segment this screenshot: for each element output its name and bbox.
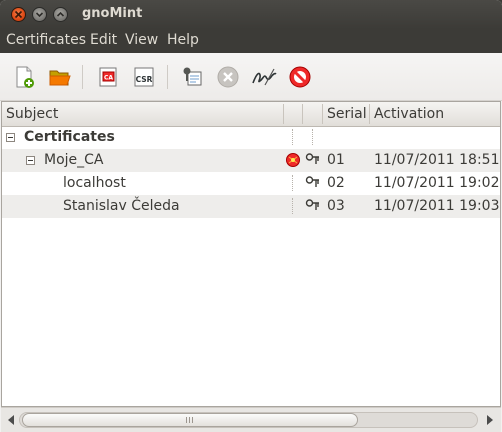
- close-icon: [14, 10, 23, 19]
- arrow-left-icon: [8, 415, 14, 425]
- menu-edit[interactable]: Edit: [90, 32, 117, 48]
- row-serial: 03: [327, 198, 345, 214]
- collapse-expander[interactable]: [26, 156, 35, 165]
- toolbar-separator: [82, 65, 83, 89]
- tree-row-localhost[interactable]: localhost 02 11/07/2011 19:02 G: [2, 172, 502, 195]
- properties-button[interactable]: [178, 63, 206, 91]
- new-ca-icon: CA: [99, 67, 117, 87]
- maximize-window-button[interactable]: [53, 7, 68, 22]
- new-ca-button[interactable]: CA: [94, 63, 122, 91]
- maximize-icon: [56, 11, 65, 17]
- horizontal-scrollbar[interactable]: [1, 407, 501, 432]
- menubar: Certificates Edit View Help: [0, 29, 502, 53]
- private-key-icon: [305, 152, 321, 169]
- sign-icon: [252, 68, 277, 86]
- row-serial: 02: [327, 175, 345, 191]
- row-subject: localhost: [63, 175, 126, 191]
- minimize-icon: [35, 12, 44, 18]
- row-activation: 11/07/2011 19:02 G: [374, 175, 502, 191]
- scroll-thumb[interactable]: [22, 413, 358, 427]
- new-csr-button[interactable]: CSR: [130, 63, 158, 91]
- revoke-icon: [289, 66, 311, 88]
- private-key-icon: [305, 175, 321, 192]
- column-header-activation[interactable]: Activation: [370, 102, 502, 126]
- sign-button[interactable]: [250, 63, 278, 91]
- open-database-icon: [49, 70, 71, 86]
- column-header-subject[interactable]: Subject: [2, 102, 283, 126]
- new-database-icon: [16, 66, 34, 88]
- private-key-icon: [305, 198, 321, 215]
- svg-text:CSR: CSR: [136, 75, 153, 84]
- new-database-button[interactable]: [10, 63, 38, 91]
- menu-view[interactable]: View: [125, 32, 158, 48]
- close-window-button[interactable]: [11, 7, 26, 22]
- row-subject: Stanislav Čeleda: [63, 198, 180, 214]
- certificate-tree[interactable]: Subject Serial Activation Certificates M…: [1, 101, 502, 407]
- svg-text:CA: CA: [104, 75, 113, 82]
- scroll-left-button[interactable]: [4, 412, 18, 428]
- row-activation: 11/07/2011 18:51 G: [374, 152, 502, 168]
- scroll-right-button[interactable]: [483, 412, 497, 428]
- column-header-ca[interactable]: [284, 102, 302, 126]
- tree-row-certificates[interactable]: Certificates: [2, 126, 500, 149]
- row-activation: 11/07/2011 19:03 G: [374, 198, 502, 214]
- column-header-serial[interactable]: Serial: [323, 102, 369, 126]
- row-subject: Certificates: [24, 129, 115, 145]
- tree-row-moje-ca[interactable]: Moje_CA 01 11/07/2011 18:51 G: [2, 149, 502, 172]
- properties-icon: [183, 67, 202, 86]
- new-csr-icon: CSR: [134, 67, 154, 87]
- toolbar: CA CSR: [0, 53, 502, 101]
- column-header-key[interactable]: [303, 102, 322, 126]
- arrow-right-icon: [487, 415, 493, 425]
- app-window: gnoMint Certificates Edit View Help CA C…: [0, 0, 502, 432]
- window-title: gnoMint: [82, 6, 143, 21]
- menu-certificates[interactable]: Certificates: [6, 32, 86, 48]
- collapse-expander[interactable]: [6, 133, 15, 142]
- minimize-window-button[interactable]: [32, 7, 47, 22]
- tree-header: Subject Serial Activation: [2, 102, 500, 127]
- ca-badge-icon: [285, 152, 301, 169]
- revoke-button[interactable]: [286, 63, 314, 91]
- title-bar[interactable]: gnoMint: [0, 0, 502, 29]
- row-serial: 01: [327, 152, 345, 168]
- row-subject: Moje_CA: [44, 152, 104, 168]
- delete-icon: [217, 66, 239, 88]
- menu-help[interactable]: Help: [167, 32, 199, 48]
- tree-row-stanislav-celeda[interactable]: Stanislav Čeleda 03 11/07/2011 19:03 G: [2, 195, 502, 218]
- delete-button[interactable]: [214, 63, 242, 91]
- toolbar-separator: [167, 65, 168, 89]
- open-database-button[interactable]: [46, 63, 74, 91]
